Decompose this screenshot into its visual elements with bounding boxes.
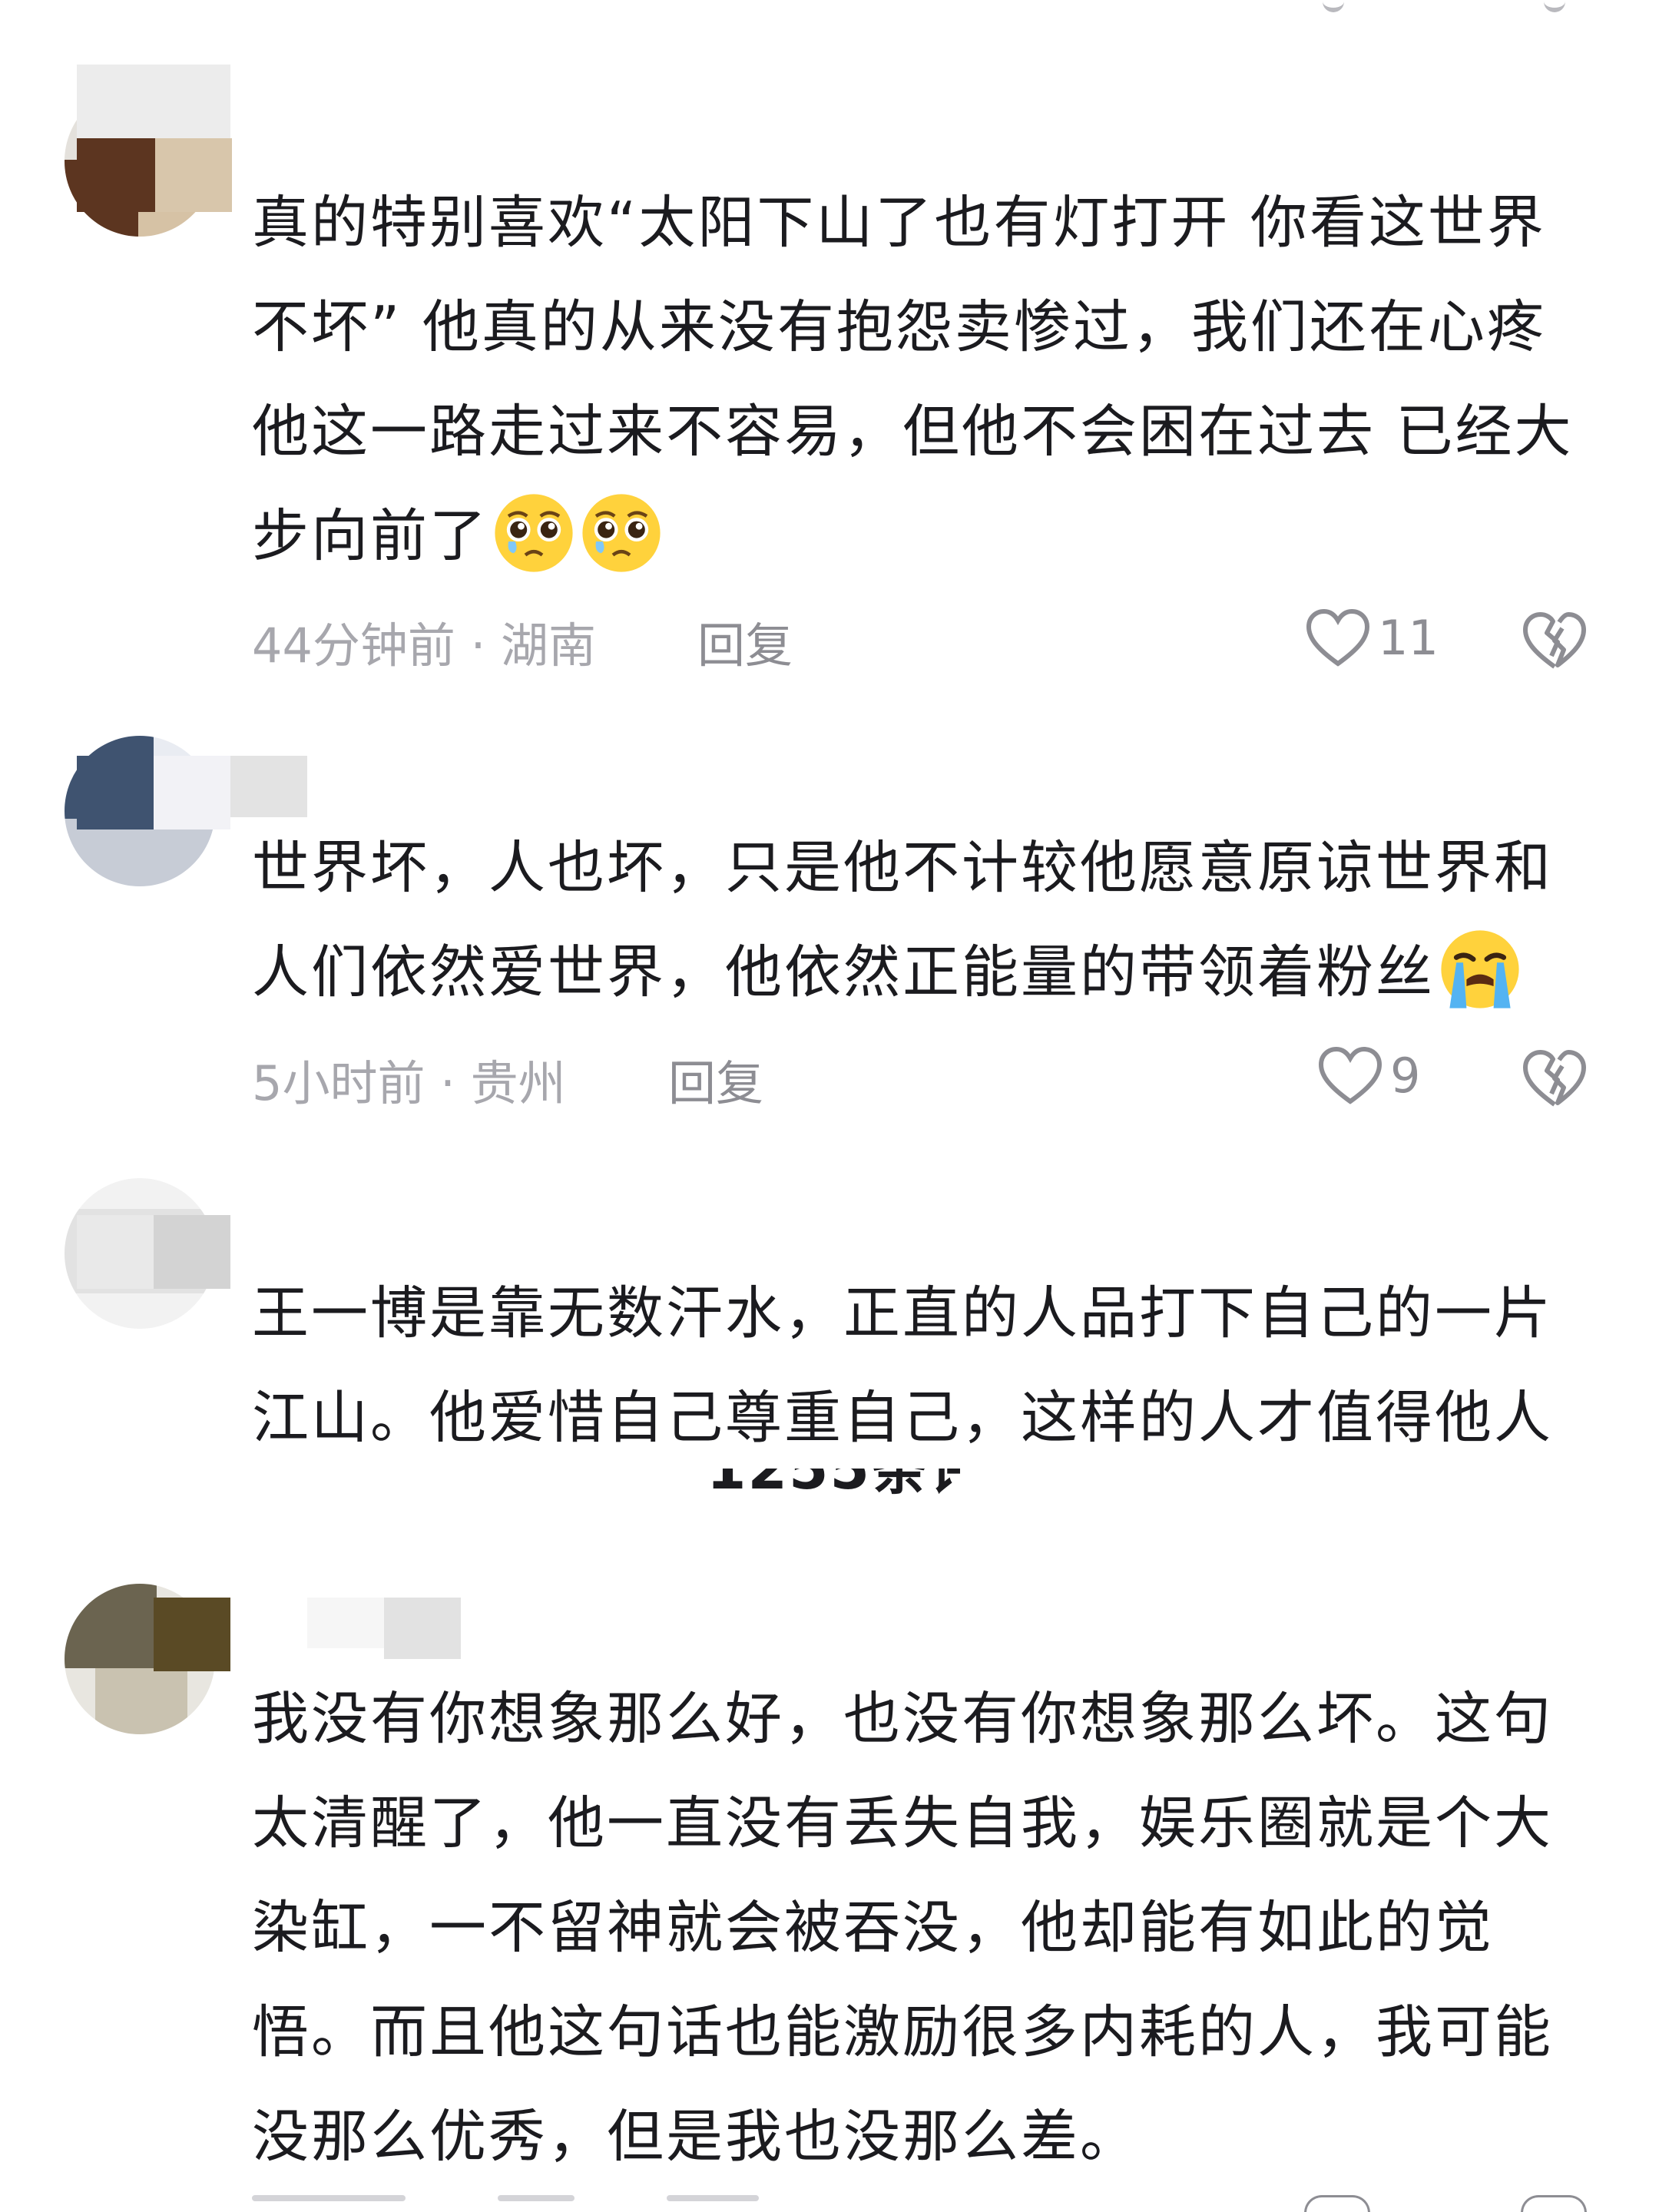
username-blur <box>154 1598 230 1671</box>
like-count: 11 <box>1378 609 1439 666</box>
username-blur <box>154 1215 230 1289</box>
scroll-edge-mark <box>1323 0 1344 12</box>
comment-time-location: 5小时前 · 贵州 <box>252 1045 566 1114</box>
like-count: 9 <box>1390 1047 1421 1104</box>
meta-separator: · <box>470 618 502 674</box>
username-blur <box>77 65 230 138</box>
username-blur <box>77 1215 154 1289</box>
broken-heart-outline-icon[interactable] <box>1521 1046 1588 1111</box>
loudly-crying-face-emoji <box>1441 930 1519 1008</box>
comment-text: 我没有你想象那么好，也没有你想象那么坏。这句太清醒了，他一直没有丢失自我，娱乐圈… <box>252 1686 1553 2170</box>
username-blur <box>307 1598 384 1648</box>
comment-text: 世界坏，人也坏，只是他不计较他愿意原谅世界和人们依然爱世界，他依然正能量的带领着… <box>252 816 1604 1025</box>
comment-location: 贵州 <box>470 1055 566 1111</box>
username-blur <box>230 756 307 817</box>
pleading-face-emoji <box>495 494 573 572</box>
comment-list-screen[interactable]: 真的特别喜欢“太阳下山了也有灯打开 你看这世界不坏” 他真的从来没有抱怨卖惨过，… <box>0 0 1659 2212</box>
username-blur <box>384 1598 461 1659</box>
comment-meta: 44分钟前 · 湖南 回复 11 <box>252 607 1604 676</box>
username-blur <box>77 756 154 830</box>
comment-time-location: 44分钟前 · 湖南 <box>252 607 596 676</box>
broken-heart-outline-icon[interactable] <box>1521 608 1588 673</box>
username-blur <box>155 138 232 212</box>
comment-time: 5小时前 <box>252 1055 426 1111</box>
heart-outline-icon <box>1306 608 1370 667</box>
next-comment-meta-partial <box>252 2195 1604 2212</box>
meta-separator: · <box>440 1055 471 1111</box>
reply-button[interactable]: 回复 <box>697 607 793 676</box>
comment-count-label: 1255条评论 <box>707 1469 960 1502</box>
reply-button[interactable]: 回复 <box>668 1045 763 1114</box>
comment-location: 湖南 <box>501 618 597 674</box>
comment-text: 真的特别喜欢“太阳下山了也有灯打开 你看这世界不坏” 他真的从来没有抱怨卖惨过，… <box>252 171 1604 588</box>
like-button[interactable]: 11 <box>1304 607 1439 668</box>
comment-time: 44分钟前 <box>252 618 455 674</box>
scroll-edge-mark <box>1544 0 1565 12</box>
pleading-face-emoji <box>582 494 661 572</box>
username-blur <box>77 138 155 212</box>
comment-meta: 5小时前 · 贵州 回复 9 <box>252 1045 1604 1114</box>
username-blur <box>154 756 230 830</box>
comment-text: 王一博是靠无数汗水，正直的人品打下自己的一片江山。他爱惜自己尊重自己，这样的人才… <box>252 1280 1553 1451</box>
heart-outline-icon <box>1318 1046 1382 1104</box>
like-button[interactable]: 9 <box>1316 1045 1420 1106</box>
